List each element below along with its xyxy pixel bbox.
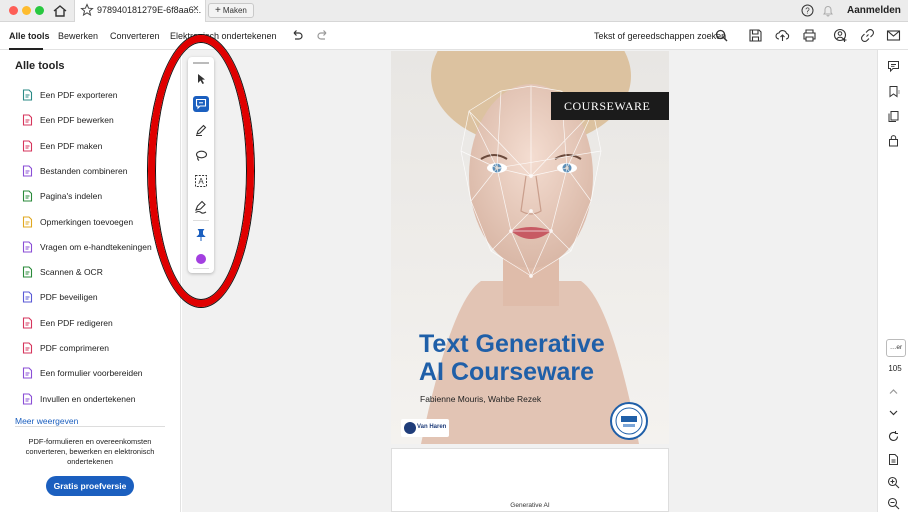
- create-button[interactable]: + Maken: [208, 3, 254, 18]
- next-page-heading: Generative AI: [510, 502, 550, 509]
- tool-item[interactable]: Een formulier voorbereiden: [22, 366, 177, 384]
- tool-item[interactable]: Invullen en ondertekenen: [22, 392, 177, 410]
- comment-icon: [22, 215, 33, 228]
- mail-icon[interactable]: [886, 28, 901, 43]
- title-bar: 978940181279E-6f8aa6... × + Maken ? Aanme…: [0, 0, 908, 22]
- pdf-page-2[interactable]: Generative AI: [391, 448, 669, 512]
- scan-ocr-icon: [22, 266, 33, 278]
- tool-item-label: Bestanden combineren: [40, 165, 128, 176]
- tab-convert[interactable]: Converteren: [110, 31, 160, 41]
- current-page-number[interactable]: 105: [882, 364, 908, 373]
- tool-item-label: Een formulier voorbereiden: [40, 368, 143, 379]
- link-icon[interactable]: [860, 28, 875, 43]
- search-icon[interactable]: [715, 29, 728, 42]
- compress-pdf-icon: [22, 342, 33, 354]
- right-rail: …er 105: [877, 50, 908, 512]
- cover-title-line-1: Text Generative: [419, 330, 605, 358]
- svg-text:?: ?: [805, 7, 810, 16]
- organize-pages-icon: [22, 190, 33, 202]
- cover-title: Text Generative AI Courseware: [419, 330, 605, 386]
- tool-item[interactable]: Vragen om e-handtekeningen: [22, 240, 177, 258]
- tool-item-label: Een PDF bewerken: [40, 115, 114, 126]
- pdf-page-cover[interactable]: COURSEWARE Text Generative AI Courseware…: [391, 51, 669, 444]
- divider: [15, 426, 165, 427]
- tool-item-label: Vragen om e-handtekeningen: [40, 241, 152, 252]
- create-pdf-icon: [22, 140, 33, 152]
- tool-search[interactable]: Tekst of gereedschappen zoeken: [594, 31, 726, 41]
- upload-cloud-icon[interactable]: [775, 28, 790, 43]
- publisher-mark-icon: [404, 422, 416, 434]
- close-tab-icon[interactable]: ×: [193, 3, 199, 15]
- create-button-label: Maken: [222, 6, 247, 15]
- print-icon[interactable]: [802, 28, 817, 43]
- annotation-ring: [148, 35, 254, 307]
- minimize-window-button[interactable]: [22, 6, 31, 15]
- tool-item-label: PDF comprimeren: [40, 343, 109, 353]
- tool-item[interactable]: PDF comprimeren: [22, 341, 177, 359]
- tool-item-label: Een PDF redigeren: [40, 317, 113, 328]
- promo-text: PDF-formulieren en overeenkomsten conver…: [25, 437, 155, 466]
- chevron-up-icon[interactable]: [887, 385, 900, 398]
- tool-item[interactable]: Een PDF exporteren: [22, 88, 177, 106]
- login-link[interactable]: Aanmelden: [847, 5, 901, 16]
- comment-panel-icon[interactable]: [887, 60, 900, 73]
- certification-badge: [610, 402, 648, 440]
- request-signature-icon: [22, 241, 33, 253]
- courseware-text: COURSEWARE: [564, 99, 651, 113]
- tool-item-label: Opmerkingen toevoegen: [40, 216, 134, 227]
- home-icon[interactable]: [52, 3, 68, 19]
- export-pdf-icon: [22, 89, 33, 101]
- tab-edit[interactable]: Bewerken: [58, 31, 98, 41]
- prepare-form-icon: [22, 367, 33, 379]
- tab-title: 978940181279E-6f8aa6...: [97, 5, 202, 15]
- rotate-icon[interactable]: [887, 430, 900, 443]
- tool-item-label: Scannen & OCR: [40, 267, 103, 278]
- badge-seal-icon: [615, 407, 643, 435]
- edit-pdf-icon: [22, 114, 33, 126]
- show-more-link[interactable]: Meer weergeven: [15, 416, 78, 426]
- close-window-button[interactable]: [9, 6, 18, 15]
- bookmark-icon[interactable]: [887, 85, 900, 98]
- tool-item[interactable]: Scannen & OCR: [22, 265, 177, 283]
- redact-pdf-icon: [22, 317, 33, 329]
- publisher-name: Van Haren: [417, 424, 447, 430]
- chevron-down-icon[interactable]: [887, 406, 900, 419]
- cover-authors: Fabienne Mouris, Wahbe Rezek: [420, 394, 542, 404]
- bell-icon[interactable]: [822, 4, 834, 17]
- share-user-icon[interactable]: [833, 28, 848, 43]
- zoom-in-icon[interactable]: [887, 476, 900, 489]
- tool-item-label: PDF beveiligen: [40, 292, 98, 303]
- panel-title: Alle tools: [15, 60, 65, 72]
- maximize-window-button[interactable]: [35, 6, 44, 15]
- help-icon[interactable]: ?: [801, 4, 814, 17]
- star-icon[interactable]: [80, 3, 94, 17]
- tool-item-label: Een PDF maken: [40, 140, 103, 151]
- publisher-logo: Van Haren: [401, 419, 449, 437]
- menu-bar: Alle tools Bewerken Converteren Elektron…: [0, 22, 908, 50]
- page-fit-icon[interactable]: [887, 453, 900, 466]
- document-tab[interactable]: 978940181279E-6f8aa6... ×: [74, 0, 206, 22]
- combine-files-icon: [22, 165, 33, 177]
- undo-icon[interactable]: [290, 28, 304, 42]
- courseware-label: COURSEWARE: [551, 92, 669, 120]
- lock-icon[interactable]: [887, 134, 900, 147]
- tool-item-label: Een PDF exporteren: [40, 90, 118, 100]
- zoom-level-box[interactable]: …er: [886, 339, 906, 357]
- cover-title-line-2: AI Courseware: [419, 358, 595, 386]
- plus-icon: +: [215, 5, 221, 16]
- free-trial-button[interactable]: Gratis proefversie: [46, 476, 134, 496]
- tool-item-label: Invullen en ondertekenen: [40, 393, 136, 404]
- fill-sign-icon: [22, 393, 33, 405]
- zoom-out-icon[interactable]: [887, 497, 900, 510]
- protect-pdf-icon: [22, 291, 33, 303]
- save-icon[interactable]: [748, 28, 763, 43]
- redo-icon[interactable]: [316, 28, 330, 42]
- tool-item[interactable]: Een PDF redigeren: [22, 316, 177, 334]
- pages-thumbnail-icon[interactable]: [887, 110, 900, 123]
- tab-all-tools[interactable]: Alle tools: [9, 31, 50, 41]
- tool-item-label: Pagina's indelen: [40, 191, 103, 202]
- tool-item[interactable]: PDF beveiligen: [22, 290, 177, 308]
